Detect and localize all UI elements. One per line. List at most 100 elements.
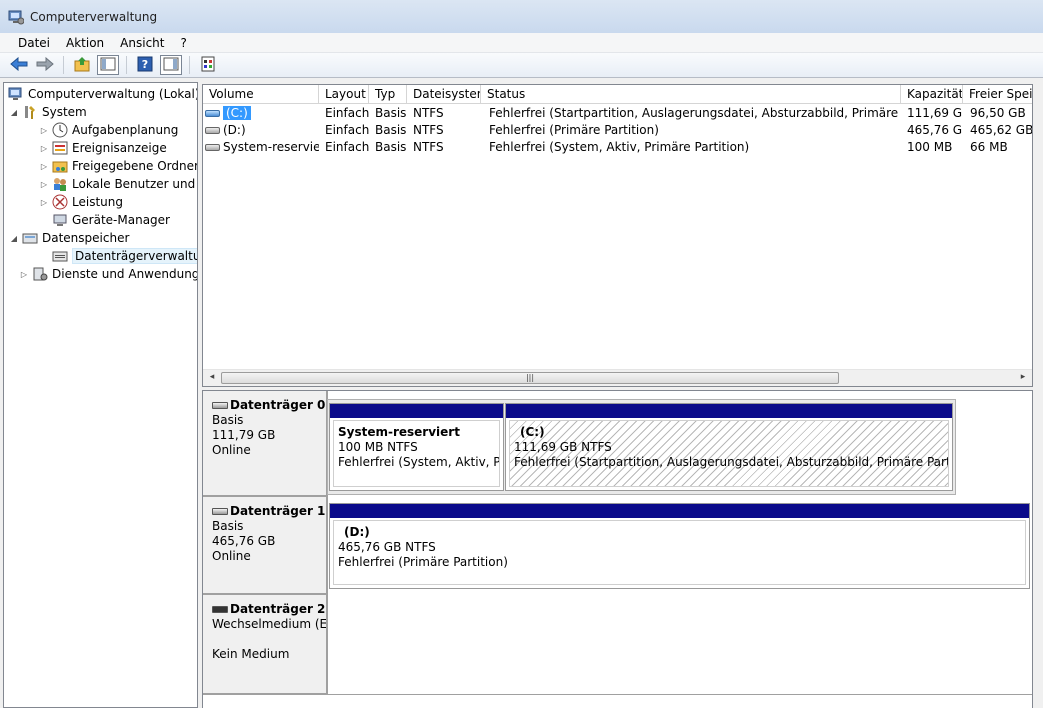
partition-status: Fehlerfrei (System, Aktiv, Primäre Parti… xyxy=(338,455,500,469)
tree-label: Freigegebene Ordner xyxy=(72,159,198,173)
disk-management-icon xyxy=(52,248,68,264)
shared-folder-icon xyxy=(52,158,68,174)
scroll-right-icon[interactable]: ▸ xyxy=(1016,372,1030,385)
tree-label: Datenträgerverwaltung xyxy=(72,248,197,264)
volume-icon xyxy=(205,110,220,117)
users-icon xyxy=(52,176,68,192)
partition-name: System-reserviert xyxy=(338,425,460,439)
disk-title: Datenträger 1 xyxy=(212,504,326,519)
filesystem-cell: NTFS xyxy=(413,123,444,137)
layout-cell: Einfach xyxy=(325,106,369,120)
forward-icon xyxy=(36,56,54,74)
expand-arrow-icon[interactable]: ▷ xyxy=(38,144,50,153)
filesystem-cell: NTFS xyxy=(413,106,444,120)
layout-cell: Einfach xyxy=(325,123,369,137)
scroll-left-icon[interactable]: ◂ xyxy=(205,372,219,385)
column-header-typ[interactable]: Typ xyxy=(369,85,407,104)
menu-bar: Datei Aktion Ansicht ? xyxy=(0,33,1043,53)
show-hide-tree-button[interactable] xyxy=(97,55,119,75)
disk-name: Datenträger 1 xyxy=(230,504,326,518)
horizontal-scrollbar[interactable]: ◂ ||| ▸ xyxy=(203,369,1032,386)
disk-type: Basis xyxy=(212,413,244,427)
tree-item-leistung[interactable]: ▷ Leistung xyxy=(38,193,123,211)
expand-arrow-icon[interactable]: ▷ xyxy=(18,270,30,279)
disk-type: Wechselmedium (E:) xyxy=(212,617,326,631)
tree-item-geraete-manager[interactable]: Geräte-Manager xyxy=(52,211,170,229)
tree-item-ereignisanzeige[interactable]: ▷ Ereignisanzeige xyxy=(38,139,167,157)
collapse-arrow-icon[interactable]: ◢ xyxy=(8,108,20,117)
disk-size: 111,79 GB xyxy=(212,428,276,442)
partition-body: System-reserviert 100 MB NTFS Fehlerfrei… xyxy=(333,420,500,487)
right-edge xyxy=(1033,390,1043,708)
table-row[interactable]: (D:) Einfach Basis NTFS Fehlerfrei (Prim… xyxy=(203,122,1032,139)
type-cell: Basis xyxy=(375,140,407,154)
removable-disk-icon xyxy=(212,606,228,613)
free-space-cell: 96,50 GB xyxy=(970,106,1026,120)
column-header-layout[interactable]: Layout xyxy=(319,85,369,104)
disk-icon xyxy=(212,402,228,409)
column-header-dateisystem[interactable]: Dateisystem xyxy=(407,85,481,104)
tree-item-datentraegerverwaltung[interactable]: Datenträgerverwaltung xyxy=(52,247,197,265)
table-row[interactable]: System-reserviert Einfach Basis NTFS Feh… xyxy=(203,139,1032,156)
menu-help[interactable]: ? xyxy=(172,36,194,50)
tree-item-system[interactable]: ◢ System xyxy=(8,103,87,121)
help-icon: ? xyxy=(137,56,153,75)
tree-item-datenspeicher[interactable]: ◢ Datenspeicher xyxy=(8,229,129,247)
forward-button[interactable] xyxy=(34,55,56,75)
volume-icon xyxy=(205,127,220,134)
tree-label: Ereignisanzeige xyxy=(72,141,167,155)
partition-size: 100 MB NTFS xyxy=(338,440,418,454)
disk-2-label[interactable]: Datenträger 2 Wechselmedium (E:) Kein Me… xyxy=(203,595,328,695)
volume-name: (D:) xyxy=(223,123,246,137)
disk-0-label[interactable]: Datenträger 0 Basis 111,79 GB Online xyxy=(203,391,328,497)
partition-d[interactable]: (D:) 465,76 GB NTFS Fehlerfrei (Primäre … xyxy=(329,503,1030,589)
tree-item-freigegebene-ordner[interactable]: ▷ Freigegebene Ordner xyxy=(38,157,198,175)
help-button[interactable]: ? xyxy=(134,55,156,75)
tree-item-aufgabenplanung[interactable]: ▷ Aufgabenplanung xyxy=(38,121,178,139)
expand-arrow-icon[interactable]: ▷ xyxy=(38,180,50,189)
free-space-cell: 66 MB xyxy=(970,140,1008,154)
back-button[interactable] xyxy=(8,55,30,75)
toolbar-separator xyxy=(189,56,190,74)
partition-bar xyxy=(506,404,952,418)
up-folder-icon xyxy=(74,56,90,75)
partition-c[interactable]: (C:) 111,69 GB NTFS Fehlerfrei (Startpar… xyxy=(505,403,953,491)
back-icon xyxy=(10,56,28,74)
tree-label: Datenspeicher xyxy=(42,231,130,245)
toolbar: ? xyxy=(0,53,1043,78)
tools-icon xyxy=(22,104,38,120)
column-header-status[interactable]: Status xyxy=(481,85,901,104)
menu-datei[interactable]: Datei xyxy=(10,36,58,50)
status-cell: Fehlerfrei (Startpartition, Auslagerungs… xyxy=(489,106,903,120)
collapse-arrow-icon[interactable]: ◢ xyxy=(8,234,20,243)
expand-arrow-icon[interactable]: ▷ xyxy=(38,162,50,171)
table-row[interactable]: (C:) Einfach Basis NTFS Fehlerfrei (Star… xyxy=(203,105,1032,122)
properties-button[interactable] xyxy=(197,55,219,75)
tree-item-computer-management[interactable]: Computerverwaltung (Lokal) xyxy=(8,85,197,103)
window-title: Computerverwaltung xyxy=(30,9,158,24)
tree-item-dienste[interactable]: ▷ Dienste und Anwendungen xyxy=(18,265,197,283)
layout-cell: Einfach xyxy=(325,140,369,154)
toolbar-separator xyxy=(63,56,64,74)
clock-icon xyxy=(52,122,68,138)
tree-item-lokale-benutzer[interactable]: ▷ Lokale Benutzer und Gruppen xyxy=(38,175,197,193)
show-action-pane-icon xyxy=(163,57,179,74)
disk-1-label[interactable]: Datenträger 1 Basis 465,76 GB Online xyxy=(203,497,328,595)
title-bar: Computerverwaltung xyxy=(0,0,1043,33)
toolbar-separator xyxy=(126,56,127,74)
capacity-cell: 100 MB xyxy=(907,140,953,154)
volume-cell: System-reserviert xyxy=(203,139,319,156)
expand-arrow-icon[interactable]: ▷ xyxy=(38,126,50,135)
show-action-pane-button[interactable] xyxy=(160,55,182,75)
disk-icon xyxy=(212,508,228,515)
up-folder-button[interactable] xyxy=(71,55,93,75)
partition-system-reserviert[interactable]: System-reserviert 100 MB NTFS Fehlerfrei… xyxy=(329,403,504,491)
services-icon xyxy=(32,266,48,282)
column-header-volume[interactable]: Volume xyxy=(203,85,319,104)
menu-ansicht[interactable]: Ansicht xyxy=(112,36,172,50)
expand-arrow-icon[interactable]: ▷ xyxy=(38,198,50,207)
column-header-kapazitaet[interactable]: Kapazität xyxy=(901,85,963,104)
scrollbar-thumb[interactable]: ||| xyxy=(221,372,839,384)
column-header-freier-speicher[interactable]: Freier Speicher xyxy=(963,85,1032,104)
menu-aktion[interactable]: Aktion xyxy=(58,36,112,50)
